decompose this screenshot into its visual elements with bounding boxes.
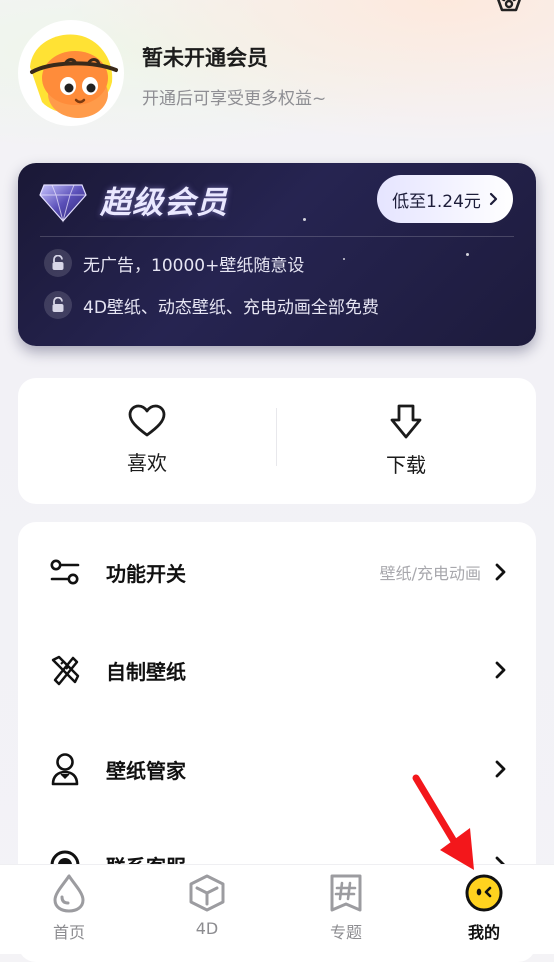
chevron-right-icon (495, 760, 506, 778)
menu-item-value: 壁纸/充电动画 (379, 564, 481, 583)
unlock-icon (44, 249, 72, 277)
chevron-right-icon (495, 661, 506, 679)
tab-topics[interactable]: 专题 (296, 873, 396, 943)
heart-icon (128, 404, 166, 437)
tab-mine[interactable]: 我的 (434, 873, 534, 943)
menu-item-custom-wallpaper[interactable]: 自制壁纸 (18, 640, 536, 700)
vip-title: 超级会员 (100, 185, 228, 221)
tab-4d[interactable]: 4D (157, 873, 257, 938)
menu-item-label: 壁纸管家 (106, 758, 186, 783)
vip-divider (40, 236, 514, 237)
unlock-icon (44, 291, 72, 319)
vip-benefit-text: 4D壁纸、动态壁纸、充电动画全部免费 (83, 297, 379, 318)
menu-item-wallpaper-manager[interactable]: 壁纸管家 (18, 739, 536, 799)
tab-label: 4D (195, 919, 219, 938)
vip-price-label: 低至1.24元 (392, 191, 481, 212)
downloads-label: 下载 (386, 453, 426, 477)
chevron-right-icon (495, 563, 506, 581)
brush-ruler-icon (48, 653, 82, 687)
downloads-button[interactable]: 下载 (306, 404, 506, 478)
vip-benefit-text: 无广告，10000+壁纸随意设 (83, 255, 305, 276)
download-arrow-icon (390, 404, 422, 439)
likes-label: 喜欢 (127, 451, 167, 475)
vip-card[interactable]: 超级会员 低至1.24元 无广告，10000+壁纸随意设 4D壁纸、动态壁纸、充… (18, 163, 536, 346)
bottom-tab-bar: 首页 4D 专题 我的 (0, 864, 554, 954)
tab-home[interactable]: 首页 (19, 873, 119, 943)
drop-icon (53, 874, 85, 913)
tab-label: 我的 (467, 923, 500, 942)
smiley-icon (465, 874, 503, 912)
menu-item-label: 功能开关 (106, 561, 186, 586)
cube-icon (189, 874, 225, 912)
tab-label: 专题 (329, 923, 362, 942)
mascot-avatar-icon (22, 24, 120, 122)
avatar[interactable] (20, 22, 122, 124)
menu-item-label: 自制壁纸 (106, 659, 186, 684)
butler-icon (48, 752, 82, 786)
sparkle-dot (343, 258, 345, 260)
quick-actions-card: 喜欢 下载 (18, 378, 536, 504)
profile-name[interactable]: 暂未开通会员 (142, 42, 268, 72)
profile-subtitle: 开通后可享受更多权益~ (142, 89, 327, 109)
vip-benefit-item: 4D壁纸、动态壁纸、充电动画全部免费 (44, 291, 379, 319)
tab-label: 首页 (52, 923, 85, 942)
vip-benefit-item: 无广告，10000+壁纸随意设 (44, 249, 304, 277)
divider (276, 408, 277, 466)
sparkle-dot (466, 253, 469, 256)
likes-button[interactable]: 喜欢 (47, 404, 247, 476)
hashtag-icon (330, 874, 362, 912)
settings-icon[interactable] (494, 0, 524, 16)
vip-price-button[interactable]: 低至1.24元 (377, 175, 513, 223)
toggle-switches-icon (48, 555, 82, 589)
diamond-icon (39, 184, 87, 223)
sparkle-dot (303, 218, 306, 221)
menu-item-feature-switch[interactable]: 功能开关 壁纸/充电动画 (18, 542, 536, 602)
chevron-right-icon (489, 192, 498, 206)
